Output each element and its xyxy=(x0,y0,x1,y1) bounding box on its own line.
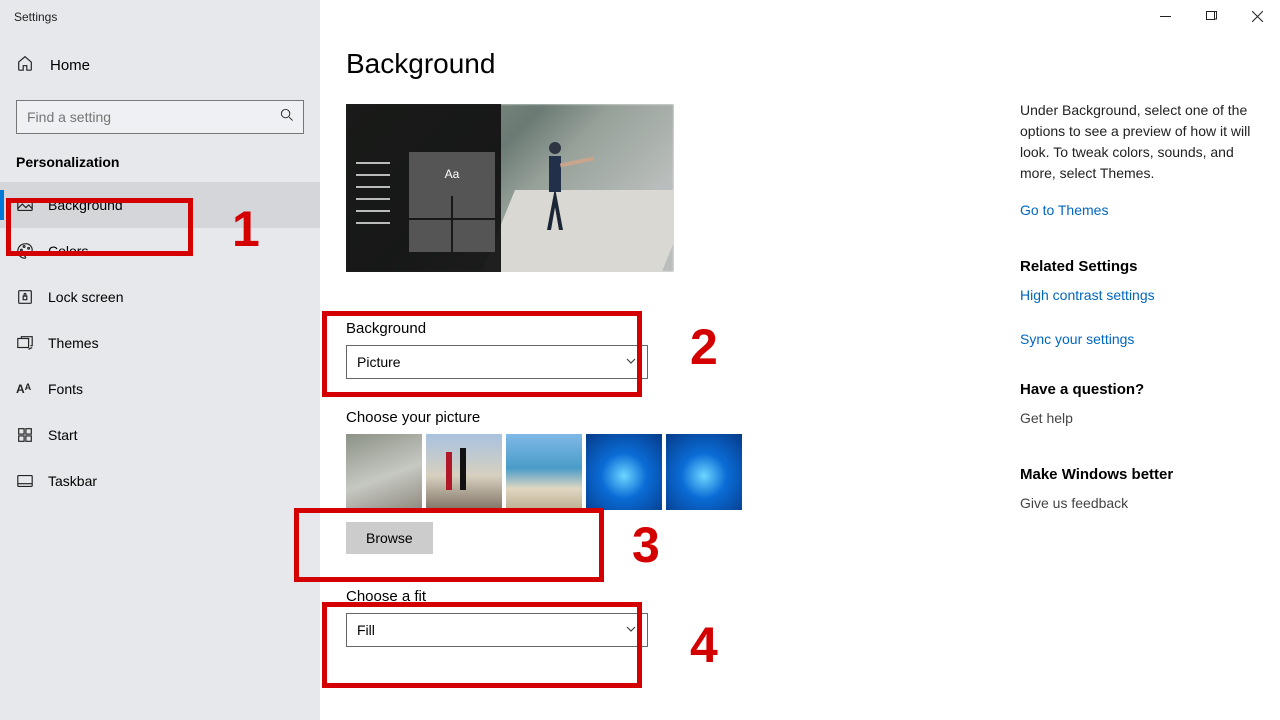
sidebar-item-label: Background xyxy=(48,197,123,213)
start-icon xyxy=(16,426,48,444)
search-icon xyxy=(280,108,294,125)
sidebar-item-label: Start xyxy=(48,427,78,443)
background-label: Background xyxy=(346,320,1014,337)
fonts-icon: AA xyxy=(16,382,48,396)
home-label: Home xyxy=(50,57,90,74)
desktop-preview: Aa xyxy=(346,104,674,272)
sidebar-item-taskbar[interactable]: Taskbar xyxy=(0,458,320,504)
search-input[interactable] xyxy=(16,100,304,134)
chevron-down-icon xyxy=(625,623,637,638)
fit-dropdown-value: Fill xyxy=(357,622,375,638)
related-settings-heading: Related Settings xyxy=(1020,258,1254,275)
sync-settings-link[interactable]: Sync your settings xyxy=(1020,331,1254,347)
sidebar-item-fonts[interactable]: AA Fonts xyxy=(0,366,320,412)
chevron-down-icon xyxy=(625,355,637,370)
home-icon xyxy=(16,54,34,76)
sidebar: Settings Home Personalization Background xyxy=(0,0,320,720)
go-to-themes-link[interactable]: Go to Themes xyxy=(1020,202,1254,218)
palette-icon xyxy=(16,242,48,260)
help-text: Under Background, select one of the opti… xyxy=(1020,100,1254,184)
high-contrast-link[interactable]: High contrast settings xyxy=(1020,287,1254,303)
sidebar-item-lockscreen[interactable]: Lock screen xyxy=(0,274,320,320)
picture-icon xyxy=(16,196,48,214)
sidebar-item-background[interactable]: Background xyxy=(0,182,320,228)
window-title: Settings xyxy=(0,0,320,24)
picture-thumb[interactable] xyxy=(586,434,662,510)
picture-thumb[interactable] xyxy=(506,434,582,510)
sidebar-item-label: Themes xyxy=(48,335,99,351)
taskbar-icon xyxy=(16,472,48,490)
picture-thumbnails xyxy=(346,434,1014,510)
make-better-heading: Make Windows better xyxy=(1020,466,1254,483)
themes-icon xyxy=(16,334,48,352)
picture-thumb[interactable] xyxy=(346,434,422,510)
choose-fit-label: Choose a fit xyxy=(346,588,1014,605)
lockscreen-icon xyxy=(16,288,48,306)
page-title: Background xyxy=(346,48,1014,80)
home-button[interactable]: Home xyxy=(0,24,320,100)
sidebar-item-label: Fonts xyxy=(48,381,83,397)
main-content: Background Aa Background Picture Choose … xyxy=(320,0,1014,720)
picture-thumb[interactable] xyxy=(426,434,502,510)
question-heading: Have a question? xyxy=(1020,381,1254,398)
get-help-link[interactable]: Get help xyxy=(1020,410,1254,426)
choose-picture-label: Choose your picture xyxy=(346,409,1014,426)
browse-button[interactable]: Browse xyxy=(346,522,433,554)
give-feedback-link[interactable]: Give us feedback xyxy=(1020,495,1254,511)
picture-thumb[interactable] xyxy=(666,434,742,510)
window-controls xyxy=(1142,0,1280,32)
sidebar-item-label: Taskbar xyxy=(48,473,97,489)
background-dropdown-value: Picture xyxy=(357,354,401,370)
background-dropdown[interactable]: Picture xyxy=(346,345,648,379)
right-pane: Under Background, select one of the opti… xyxy=(1014,0,1280,720)
sidebar-item-colors[interactable]: Colors xyxy=(0,228,320,274)
sidebar-item-label: Colors xyxy=(48,243,88,259)
sidebar-item-themes[interactable]: Themes xyxy=(0,320,320,366)
fit-dropdown[interactable]: Fill xyxy=(346,613,648,647)
sidebar-item-start[interactable]: Start xyxy=(0,412,320,458)
minimize-button[interactable] xyxy=(1142,0,1188,32)
category-header: Personalization xyxy=(0,154,320,182)
sidebar-item-label: Lock screen xyxy=(48,289,123,305)
maximize-button[interactable] xyxy=(1188,0,1234,32)
close-button[interactable] xyxy=(1234,0,1280,32)
